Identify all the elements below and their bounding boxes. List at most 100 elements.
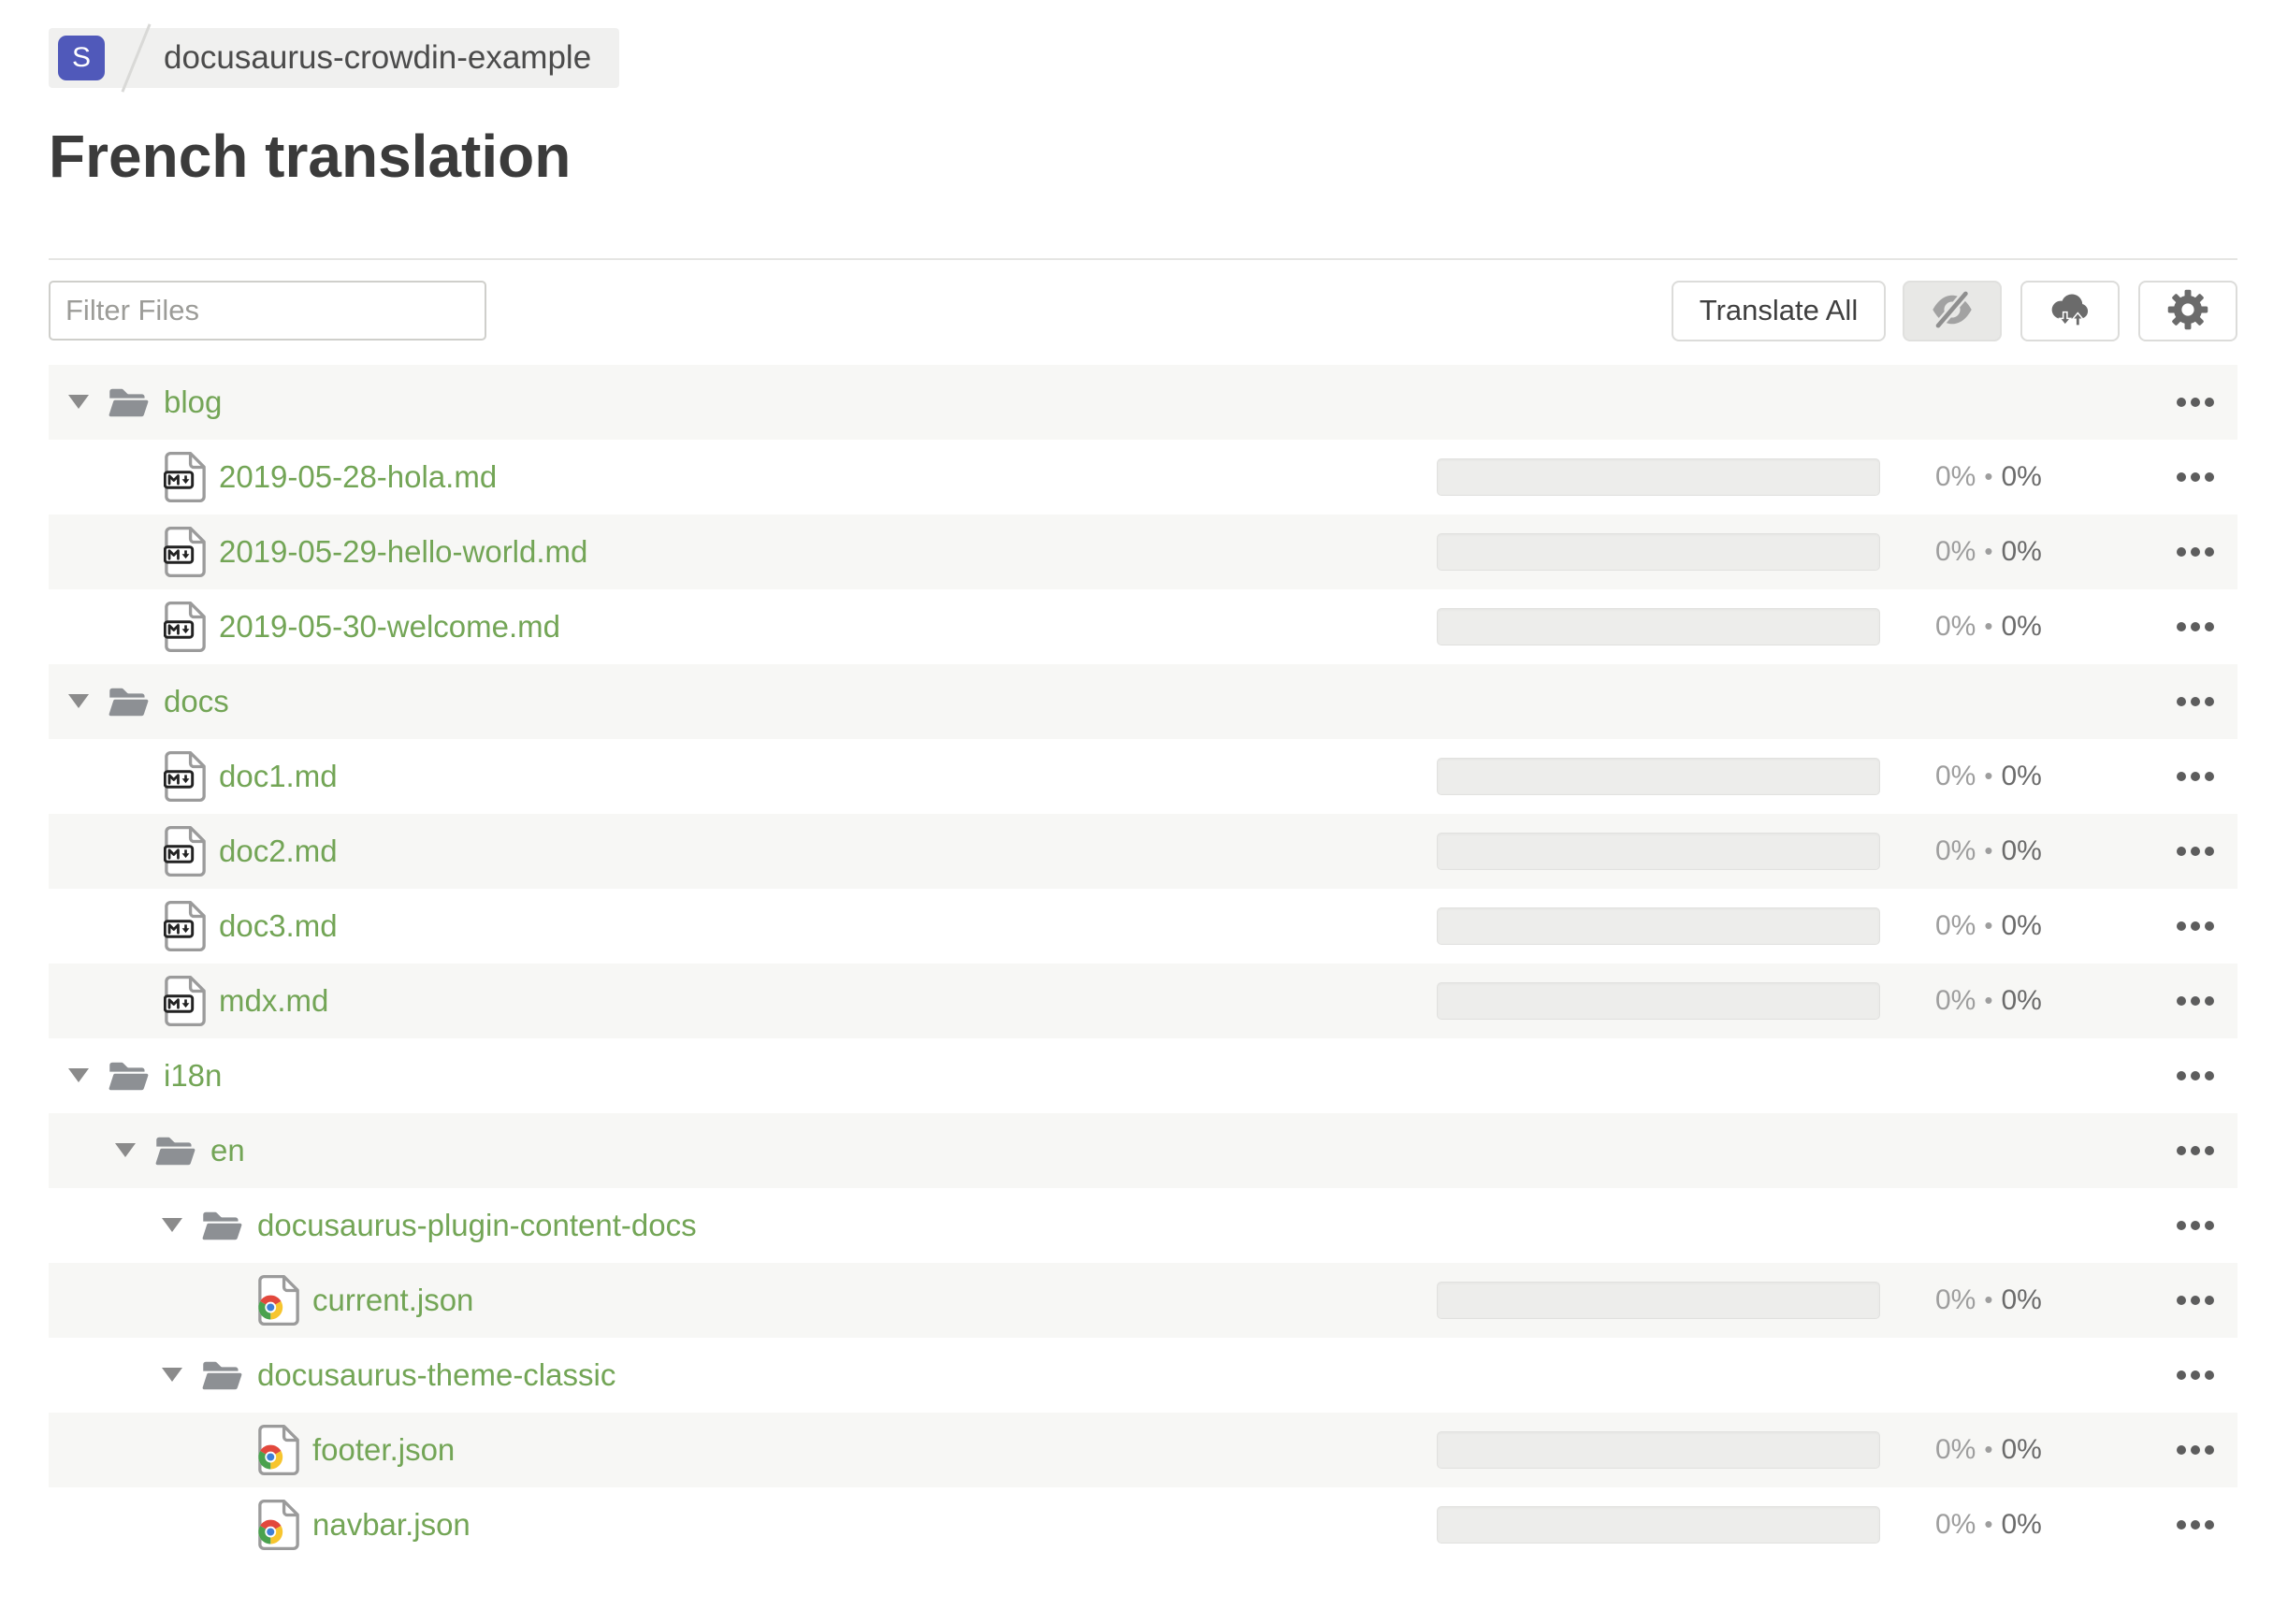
translation-progress-bar	[1437, 532, 1880, 571]
progress-percentages: 0% • 0%	[1935, 589, 2042, 664]
project-avatar[interactable]: S	[58, 36, 105, 80]
percent-separator: •	[1984, 911, 1993, 940]
caret-down-icon[interactable]	[68, 694, 89, 709]
row-menu-button[interactable]	[2177, 1338, 2214, 1413]
folder-row: docusaurus-theme-classic	[49, 1338, 2237, 1413]
row-menu-button[interactable]	[2177, 664, 2214, 739]
markdown-file-icon	[164, 750, 207, 803]
markdown-file-icon	[164, 526, 207, 578]
breadcrumb-project-name[interactable]: docusaurus-crowdin-example	[164, 39, 591, 77]
file-row: doc3.md 0% • 0%	[49, 889, 2237, 964]
file-row: 2019-05-28-hola.md 0% • 0%	[49, 440, 2237, 515]
folder-open-icon	[154, 1135, 195, 1167]
translated-percent: 0%	[1935, 834, 1976, 866]
file-name-link[interactable]: mdx.md	[219, 983, 328, 1019]
translated-percent: 0%	[1935, 460, 1976, 492]
folder-open-icon	[108, 1060, 149, 1092]
file-name-link[interactable]: footer.json	[312, 1432, 455, 1468]
row-menu-button[interactable]	[2177, 1188, 2214, 1263]
file-row: mdx.md 0% • 0%	[49, 963, 2237, 1038]
approved-percent: 0%	[2001, 984, 2042, 1016]
percent-separator: •	[1984, 537, 1993, 566]
caret-down-icon[interactable]	[68, 395, 89, 410]
row-menu-button[interactable]	[2177, 515, 2214, 589]
folder-open-icon	[108, 686, 149, 718]
percent-separator: •	[1984, 986, 1993, 1015]
file-row: doc1.md 0% • 0%	[49, 739, 2237, 814]
file-row: 2019-05-30-welcome.md 0% • 0%	[49, 589, 2237, 664]
row-menu-button[interactable]	[2177, 814, 2214, 889]
row-menu-button[interactable]	[2177, 964, 2214, 1038]
folder-name-link[interactable]: i18n	[164, 1058, 222, 1094]
translate-all-button[interactable]: Translate All	[1672, 280, 1886, 341]
breadcrumb-slash-divider	[121, 23, 152, 93]
percent-separator: •	[1984, 1510, 1993, 1539]
translated-percent: 0%	[1935, 1433, 1976, 1465]
folder-name-link[interactable]: blog	[164, 384, 222, 420]
file-name-link[interactable]: doc1.md	[219, 759, 338, 794]
approved-percent: 0%	[2001, 1433, 2042, 1465]
file-tree: blog 2019-05-28-hola.md 0% • 0% 2019-05-…	[49, 364, 2237, 1562]
translation-progress-bar	[1437, 1430, 1880, 1469]
progress-percentages: 0% • 0%	[1935, 1413, 2042, 1487]
toggle-hidden-files-button[interactable]	[1903, 280, 2002, 341]
eye-slash-icon	[1930, 288, 1975, 332]
folder-row: i18n	[49, 1038, 2237, 1113]
folder-name-link[interactable]: docs	[164, 684, 229, 719]
folder-row: docusaurus-plugin-content-docs	[49, 1188, 2237, 1263]
json-chrome-file-icon	[257, 1424, 300, 1476]
json-chrome-file-icon	[257, 1499, 300, 1551]
approved-percent: 0%	[2001, 535, 2042, 567]
caret-down-icon[interactable]	[68, 1068, 89, 1083]
percent-separator: •	[1984, 761, 1993, 790]
caret-down-icon[interactable]	[115, 1143, 136, 1158]
caret-down-icon[interactable]	[162, 1368, 182, 1383]
percent-separator: •	[1984, 1285, 1993, 1314]
translation-progress-bar	[1437, 1505, 1880, 1544]
file-name-link[interactable]: 2019-05-30-welcome.md	[219, 609, 560, 645]
row-menu-button[interactable]	[2177, 1487, 2214, 1562]
translated-percent: 0%	[1935, 535, 1976, 567]
file-name-link[interactable]: current.json	[312, 1283, 473, 1318]
progress-percentages: 0% • 0%	[1935, 814, 2042, 889]
row-menu-button[interactable]	[2177, 1263, 2214, 1338]
folder-name-link[interactable]: docusaurus-theme-classic	[257, 1357, 615, 1393]
folder-name-link[interactable]: en	[210, 1133, 245, 1168]
file-row: footer.json 0% • 0%	[49, 1412, 2237, 1487]
page-title: French translation	[49, 123, 572, 190]
toolbar: Translate All	[49, 257, 2237, 365]
settings-button[interactable]	[2138, 280, 2237, 341]
approved-percent: 0%	[2001, 460, 2042, 492]
file-name-link[interactable]: 2019-05-29-hello-world.md	[219, 534, 587, 570]
approved-percent: 0%	[2001, 909, 2042, 941]
percent-separator: •	[1984, 612, 1993, 641]
translation-progress-bar	[1437, 906, 1880, 945]
row-menu-button[interactable]	[2177, 889, 2214, 964]
row-menu-button[interactable]	[2177, 739, 2214, 814]
file-name-link[interactable]: navbar.json	[312, 1507, 471, 1543]
file-name-link[interactable]: 2019-05-28-hola.md	[219, 459, 497, 495]
translated-percent: 0%	[1935, 610, 1976, 642]
filter-files-input[interactable]	[49, 281, 486, 341]
row-menu-button[interactable]	[2177, 1413, 2214, 1487]
markdown-file-icon	[164, 975, 207, 1027]
row-menu-button[interactable]	[2177, 1113, 2214, 1188]
translated-percent: 0%	[1935, 1508, 1976, 1540]
file-name-link[interactable]: doc3.md	[219, 908, 338, 944]
row-menu-button[interactable]	[2177, 1038, 2214, 1113]
caret-down-icon[interactable]	[162, 1218, 182, 1233]
folder-name-link[interactable]: docusaurus-plugin-content-docs	[257, 1208, 697, 1243]
translated-percent: 0%	[1935, 984, 1976, 1016]
translated-percent: 0%	[1935, 1283, 1976, 1315]
row-menu-button[interactable]	[2177, 365, 2214, 440]
progress-percentages: 0% • 0%	[1935, 739, 2042, 814]
progress-percentages: 0% • 0%	[1935, 440, 2042, 515]
approved-percent: 0%	[2001, 610, 2042, 642]
progress-percentages: 0% • 0%	[1935, 1487, 2042, 1562]
sync-translations-button[interactable]	[2020, 280, 2120, 341]
row-menu-button[interactable]	[2177, 589, 2214, 664]
folder-row: blog	[49, 364, 2237, 440]
file-name-link[interactable]: doc2.md	[219, 834, 338, 869]
file-row: current.json 0% • 0%	[49, 1262, 2237, 1338]
row-menu-button[interactable]	[2177, 440, 2214, 515]
